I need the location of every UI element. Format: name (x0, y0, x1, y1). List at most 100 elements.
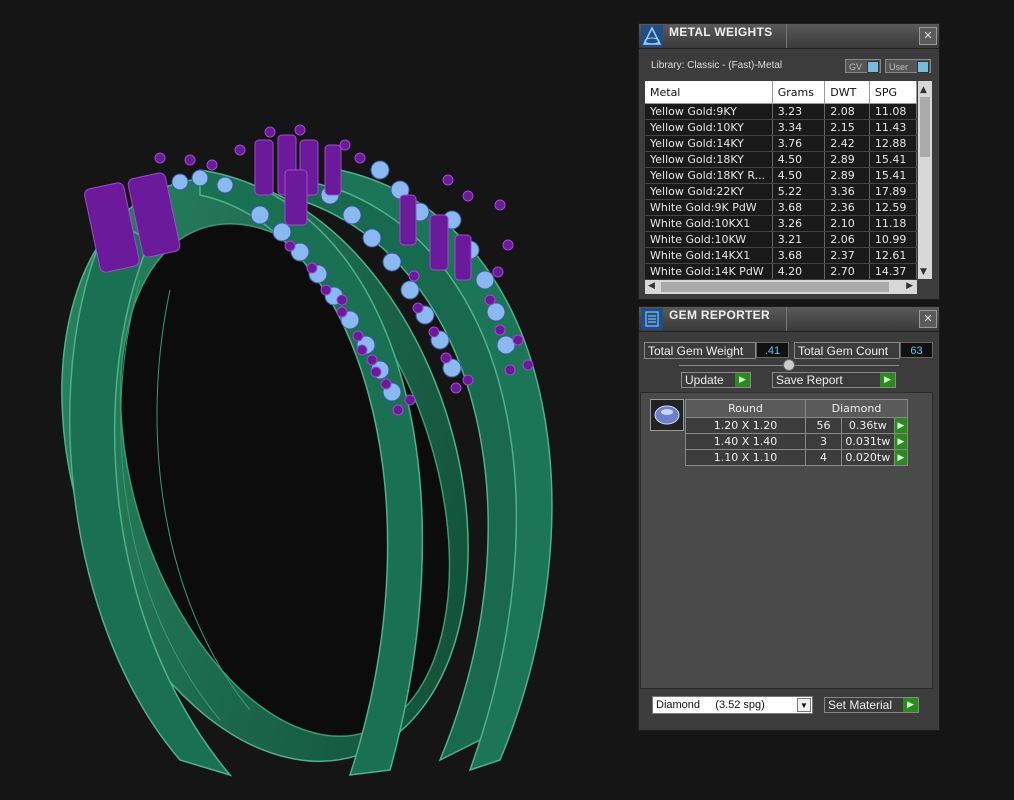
save-report-label: Save Report (776, 373, 843, 387)
col-header-spg[interactable]: SPG (869, 81, 917, 104)
horizontal-scrollbar[interactable]: ◀ ▶ (645, 280, 917, 294)
grams-cell: 3.68 (772, 247, 826, 264)
library-label: Library: Classic - (Fast)-Metal (651, 60, 783, 71)
metal-name-cell: White Gold:10KW (645, 231, 773, 248)
metal-row[interactable]: White Gold:10KW 3.21 2.06 10.99 (645, 231, 917, 248)
metal-weights-panel: METAL WEIGHTS ✕ Library: Classic - (Fast… (638, 23, 940, 300)
spg-cell: 12.88 (869, 135, 917, 152)
title-separator (786, 307, 787, 331)
spg-cell: 11.18 (869, 215, 917, 232)
gem-header-shape: Round (685, 399, 806, 418)
play-icon: ▶ (903, 698, 918, 712)
total-gem-weight-value: .41 (756, 342, 789, 358)
metal-name-cell: Yellow Gold:10KY (645, 119, 773, 136)
metal-name-cell: White Gold:14KX1 (645, 247, 773, 264)
gem-row[interactable]: 1.10 X 1.10 4 0.020tw ▶ (685, 449, 909, 466)
metal-row[interactable]: Yellow Gold:18KY R... 4.50 2.89 15.41 (645, 167, 917, 184)
grams-cell: 5.22 (772, 183, 826, 200)
scroll-down-icon[interactable]: ▼ (920, 267, 927, 277)
spg-cell: 14.37 (869, 263, 917, 279)
spg-cell: 11.43 (869, 119, 917, 136)
ring-model (61, 124, 553, 777)
gem-reporter-titlebar[interactable]: GEM REPORTER ✕ (639, 307, 939, 332)
scroll-thumb[interactable] (920, 97, 930, 157)
toggle-knob (867, 61, 879, 73)
grams-cell: 3.76 (772, 135, 826, 152)
dwt-cell: 2.70 (824, 263, 870, 279)
metal-weights-titlebar[interactable]: METAL WEIGHTS ✕ (639, 24, 939, 49)
gv-toggle[interactable]: GV (845, 59, 881, 73)
gem-reporter-panel: GEM REPORTER ✕ Total Gem Weight .41 Tota… (638, 306, 940, 731)
play-icon: ▶ (880, 373, 895, 387)
gem-count-cell: 3 (804, 433, 843, 450)
gem-report-area: Round Diamond 1.20 X 1.20 56 0.36tw ▶ 1.40 X… (640, 392, 933, 689)
spg-cell: 17.89 (869, 183, 917, 200)
metal-weights-table: Metal Grams DWT SPG Yellow Gold:9KY 3.23 2… (645, 81, 917, 279)
col-header-metal[interactable]: Metal (645, 81, 773, 104)
metal-weights-icon (641, 25, 663, 47)
save-report-button[interactable]: Save Report ▶ (772, 372, 896, 388)
play-icon[interactable]: ▶ (893, 433, 909, 450)
material-select[interactable]: Diamond (3.52 spg) ▼ (652, 696, 813, 714)
spg-cell: 12.59 (869, 199, 917, 216)
total-gem-count-label: Total Gem Count (794, 342, 900, 359)
grams-cell: 4.50 (772, 167, 826, 184)
gv-toggle-label: GV (849, 62, 863, 72)
gem-row[interactable]: 1.20 X 1.20 56 0.36tw ▶ (685, 417, 909, 434)
gem-size-cell: 1.20 X 1.20 (685, 417, 806, 434)
play-icon: ▶ (735, 373, 750, 387)
gem-weight-cell: 0.020tw (841, 449, 895, 466)
scroll-up-icon[interactable]: ▲ (920, 85, 927, 95)
vertical-scrollbar[interactable]: ▲ ▼ (918, 81, 932, 279)
metal-row[interactable]: Yellow Gold:9KY 3.23 2.08 11.08 (645, 103, 917, 120)
dwt-cell: 2.10 (824, 215, 870, 232)
scroll-right-icon[interactable]: ▶ (906, 281, 913, 291)
col-header-grams[interactable]: Grams (772, 81, 826, 104)
play-icon[interactable]: ▶ (893, 449, 909, 466)
metal-name-cell: White Gold:9K PdW (645, 199, 773, 216)
metal-row[interactable]: White Gold:14KX1 3.68 2.37 12.61 (645, 247, 917, 264)
3d-viewport[interactable] (0, 0, 630, 795)
metal-row[interactable]: Yellow Gold:10KY 3.34 2.15 11.43 (645, 119, 917, 136)
user-toggle-label: User (889, 62, 909, 72)
set-material-button[interactable]: Set Material ▶ (824, 697, 919, 713)
metal-row[interactable]: Yellow Gold:22KY 5.22 3.36 17.89 (645, 183, 917, 200)
metal-row[interactable]: Yellow Gold:14KY 3.76 2.42 12.88 (645, 135, 917, 152)
metal-table-container: Metal Grams DWT SPG Yellow Gold:9KY 3.23 2… (645, 81, 917, 279)
dwt-cell: 3.36 (824, 183, 870, 200)
scroll-left-icon[interactable]: ◀ (648, 281, 655, 291)
grams-cell: 3.26 (772, 215, 826, 232)
spg-cell: 15.41 (869, 167, 917, 184)
metal-name-cell: White Gold:10KX1 (645, 215, 773, 232)
gem-row[interactable]: 1.40 X 1.40 3 0.031tw ▶ (685, 433, 909, 450)
gem-header-material: Diamond (805, 399, 908, 418)
total-gem-weight-label: Total Gem Weight (644, 342, 756, 359)
gem-count-cell: 4 (804, 449, 843, 466)
spg-cell: 10.99 (869, 231, 917, 248)
metal-weights-title: METAL WEIGHTS (669, 25, 773, 39)
metal-row[interactable]: White Gold:9K PdW 3.68 2.36 12.59 (645, 199, 917, 216)
spg-cell: 12.61 (869, 247, 917, 264)
update-button-label: Update (685, 373, 724, 387)
dwt-cell: 2.08 (824, 103, 870, 120)
total-gem-count-value: 63 (900, 342, 933, 358)
grams-cell: 4.50 (772, 151, 826, 168)
chevron-down-icon[interactable]: ▼ (797, 698, 811, 712)
close-icon[interactable]: ✕ (919, 27, 937, 45)
gem-size-cell: 1.40 X 1.40 (685, 433, 806, 450)
metal-name-cell: Yellow Gold:14KY (645, 135, 773, 152)
update-button[interactable]: Update ▶ (681, 372, 751, 388)
col-header-dwt[interactable]: DWT (824, 81, 870, 104)
play-icon[interactable]: ▶ (893, 417, 909, 434)
close-icon[interactable]: ✕ (919, 310, 937, 328)
round-gem-icon[interactable] (650, 399, 684, 431)
gem-table: Round Diamond 1.20 X 1.20 56 0.36tw ▶ 1.40 X… (685, 399, 909, 466)
user-toggle[interactable]: User (885, 59, 931, 73)
dwt-cell: 2.89 (824, 167, 870, 184)
metal-row[interactable]: White Gold:14K PdW 4.20 2.70 14.37 (645, 263, 917, 279)
metal-row[interactable]: White Gold:10KX1 3.26 2.10 11.18 (645, 215, 917, 232)
h-scroll-thumb[interactable] (661, 282, 889, 292)
gem-weight-cell: 0.031tw (841, 433, 895, 450)
slider-knob[interactable] (783, 359, 795, 371)
metal-row[interactable]: Yellow Gold:18KY 4.50 2.89 15.41 (645, 151, 917, 168)
